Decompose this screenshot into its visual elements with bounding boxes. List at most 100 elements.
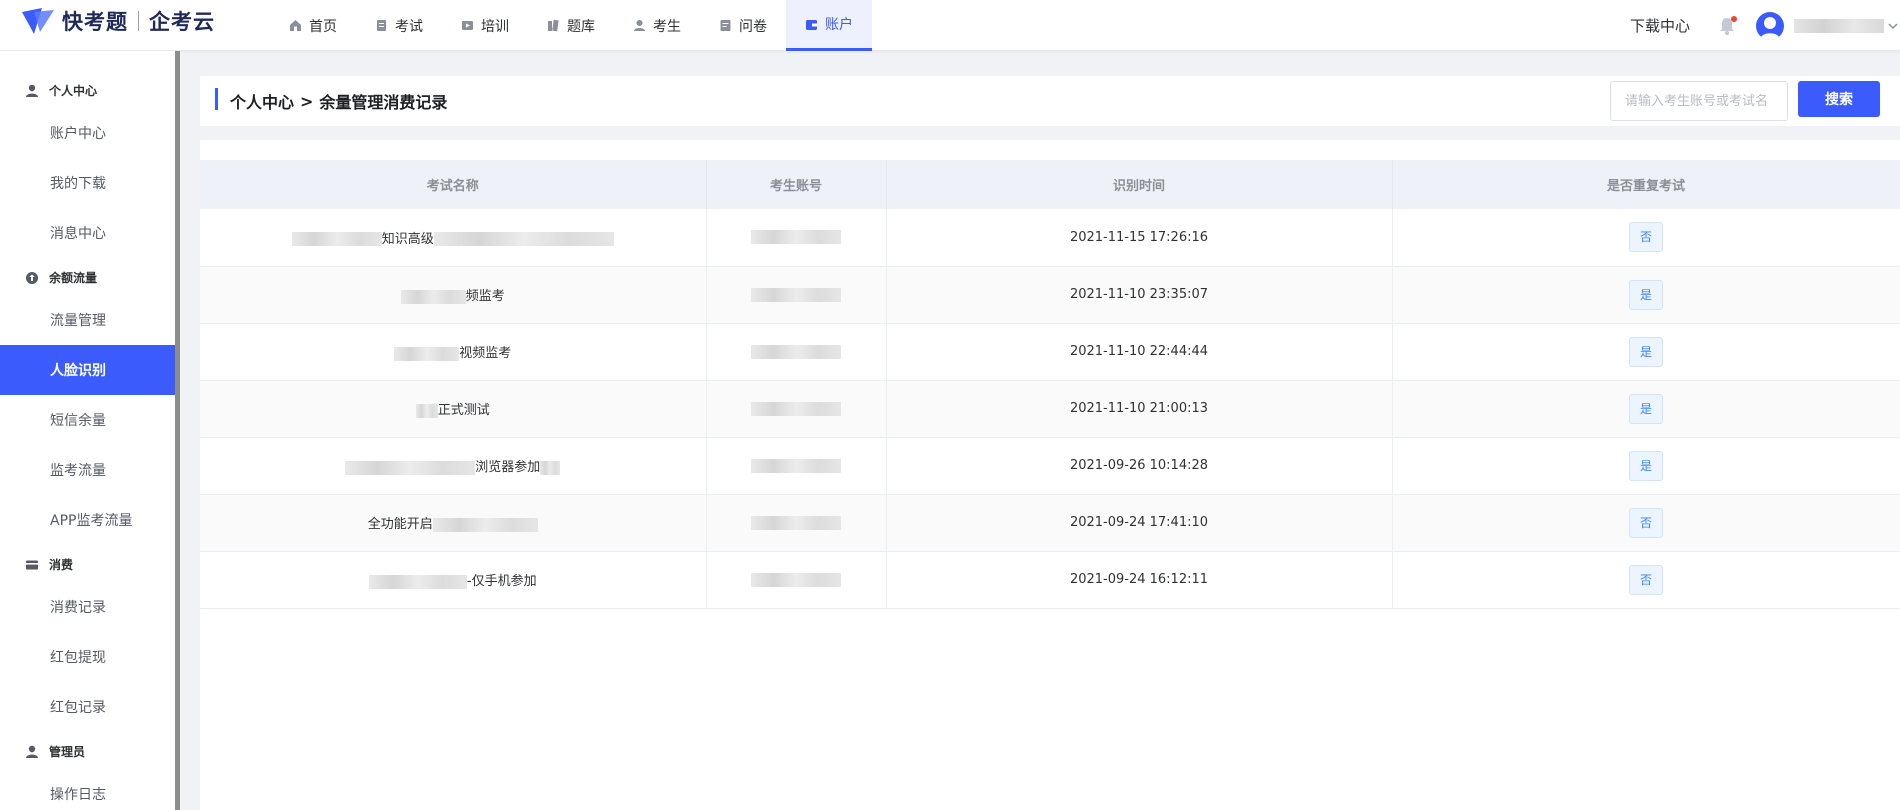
avatar[interactable]: [1756, 11, 1784, 40]
redacted-account: [751, 572, 841, 587]
repeat-status-badge: 是: [1629, 336, 1663, 367]
sidebar-item-face-recognition[interactable]: 人脸识别: [0, 345, 175, 395]
redacted-text: [394, 346, 460, 361]
nav-item-training[interactable]: 培训: [442, 0, 528, 51]
table-row: 视频监考 2021-11-10 22:44:44 是: [200, 323, 1900, 380]
redacted-text: [432, 517, 538, 532]
cell-recognition-time: 2021-09-26 10:14:28: [886, 437, 1393, 494]
exam-name-text: 全功能开启: [367, 517, 433, 532]
card-icon: [26, 560, 38, 569]
table-row: -仅手机参加 2021-09-24 16:12:11 否: [200, 551, 1900, 608]
column-header-candidate-account: 考生账号: [706, 160, 887, 209]
redacted-text: [400, 289, 466, 304]
breadcrumb-separator: >: [300, 91, 314, 111]
cell-candidate-account: [706, 551, 887, 608]
redacted-text: [291, 232, 382, 247]
breadcrumb: 个人中心 > 余量管理消费记录: [230, 76, 447, 126]
nav-label: 题库: [567, 18, 595, 35]
nav-item-home[interactable]: 首页: [270, 0, 356, 51]
cell-repeat-exam: 是: [1392, 266, 1900, 323]
redacted-account: [751, 287, 841, 302]
breadcrumb-current: 余量管理消费记录: [319, 93, 448, 112]
sidebar-group-consumption: 消费: [25, 556, 73, 573]
repeat-status-badge: 否: [1629, 507, 1663, 538]
cell-candidate-account: [706, 380, 887, 437]
cell-repeat-exam: 是: [1392, 323, 1900, 380]
sidebar-item-consumption-records[interactable]: 消费记录: [0, 582, 175, 632]
column-header-exam-name: 考试名称: [200, 160, 707, 209]
column-header-recognition-time: 识别时间: [886, 160, 1393, 209]
exam-name-text: 正式测试: [437, 403, 490, 418]
cell-candidate-account: [706, 437, 887, 494]
sidebar-item-red-packet-records[interactable]: 红包记录: [0, 682, 175, 732]
cell-exam-name: 正式测试: [200, 380, 707, 437]
exam-icon: [377, 20, 386, 31]
table-row: 频监考 2021-11-10 23:35:07 是: [200, 266, 1900, 323]
cell-recognition-time: 2021-11-10 21:00:13: [886, 380, 1393, 437]
repeat-status-badge: 否: [1629, 564, 1663, 595]
exam-name-text: 浏览器参加: [475, 460, 541, 475]
cell-exam-name: 浏览器参加: [200, 437, 707, 494]
sidebar-item-app-proctor-traffic[interactable]: APP监考流量: [0, 495, 175, 545]
cell-repeat-exam: 是: [1392, 380, 1900, 437]
redacted-account: [751, 344, 841, 359]
nav-item-exam[interactable]: 考试: [356, 0, 442, 51]
repeat-status-badge: 否: [1629, 222, 1663, 253]
sidebar-item-account-center[interactable]: 账户中心: [0, 108, 175, 158]
redacted-account: [751, 458, 841, 473]
sidebar-item-operation-log[interactable]: 操作日志: [0, 769, 175, 810]
chevron-down-icon[interactable]: [1886, 19, 1900, 33]
download-center-link[interactable]: 下载中心: [1630, 15, 1690, 36]
sidebar-item-red-packet-withdraw[interactable]: 红包提现: [0, 632, 175, 682]
notification-button[interactable]: [1718, 15, 1737, 36]
sidebar-group-title: 余额流量: [49, 271, 98, 285]
sidebar-item-sms[interactable]: 短信余量: [0, 395, 175, 445]
nav-item-question-bank[interactable]: 题库: [528, 0, 614, 51]
cell-repeat-exam: 否: [1392, 551, 1900, 608]
redacted-text: [540, 460, 561, 475]
nav-item-candidate[interactable]: 考生: [614, 0, 700, 51]
sidebar-scrollbar[interactable]: [175, 51, 180, 810]
cell-candidate-account: [706, 323, 887, 380]
cell-candidate-account: [706, 494, 887, 551]
cell-recognition-time: 2021-11-15 17:26:16: [886, 209, 1393, 266]
search-input[interactable]: [1610, 81, 1788, 121]
cell-recognition-time: 2021-09-24 16:12:11: [886, 551, 1393, 608]
nav-item-survey[interactable]: 问卷: [700, 0, 786, 51]
brand-logo[interactable]: 快考题 企考云: [20, 6, 215, 36]
redacted-account: [751, 230, 841, 245]
nav-label: 问卷: [739, 18, 767, 35]
sidebar: 个人中心 账户中心 我的下载 消息中心 余额流量 流量管理 人脸识别 短信余量 …: [0, 51, 175, 810]
cell-exam-name: 全功能开启: [200, 494, 707, 551]
search-button[interactable]: 搜索: [1798, 81, 1880, 117]
username-redacted[interactable]: [1794, 18, 1884, 33]
sidebar-item-messages[interactable]: 消息中心: [0, 208, 175, 258]
sidebar-item-proctor-traffic[interactable]: 监考流量: [0, 445, 175, 495]
sidebar-group-title: 个人中心: [49, 84, 98, 98]
cell-repeat-exam: 是: [1392, 437, 1900, 494]
table-row: 浏览器参加 2021-09-26 10:14:28 是: [200, 437, 1900, 494]
cell-candidate-account: [706, 209, 887, 266]
survey-icon: [720, 20, 731, 31]
sidebar-item-my-downloads[interactable]: 我的下载: [0, 158, 175, 208]
nav-label: 培训: [481, 18, 509, 35]
sidebar-group-admin: 管理员: [25, 743, 85, 760]
cell-candidate-account: [706, 266, 887, 323]
training-icon: [462, 21, 473, 30]
repeat-status-badge: 是: [1629, 393, 1663, 424]
redacted-text: [368, 574, 467, 589]
records-table-card: 考试名称 考生账号 识别时间 是否重复考试 知识高级 2021-11-15 17…: [200, 140, 1900, 810]
sidebar-group-balance: 余额流量: [25, 269, 97, 286]
cell-repeat-exam: 否: [1392, 209, 1900, 266]
account-icon: [806, 19, 817, 30]
balance-icon: [26, 271, 38, 284]
nav-label: 考生: [653, 18, 681, 35]
cell-repeat-exam: 否: [1392, 494, 1900, 551]
nav-label: 首页: [309, 18, 337, 35]
user-icon: [26, 84, 38, 97]
redacted-text: [415, 403, 438, 418]
sidebar-item-traffic[interactable]: 流量管理: [0, 295, 175, 345]
sidebar-group-title: 消费: [49, 558, 74, 572]
breadcrumb-root[interactable]: 个人中心: [230, 89, 294, 113]
nav-item-account[interactable]: 账户: [786, 0, 872, 51]
